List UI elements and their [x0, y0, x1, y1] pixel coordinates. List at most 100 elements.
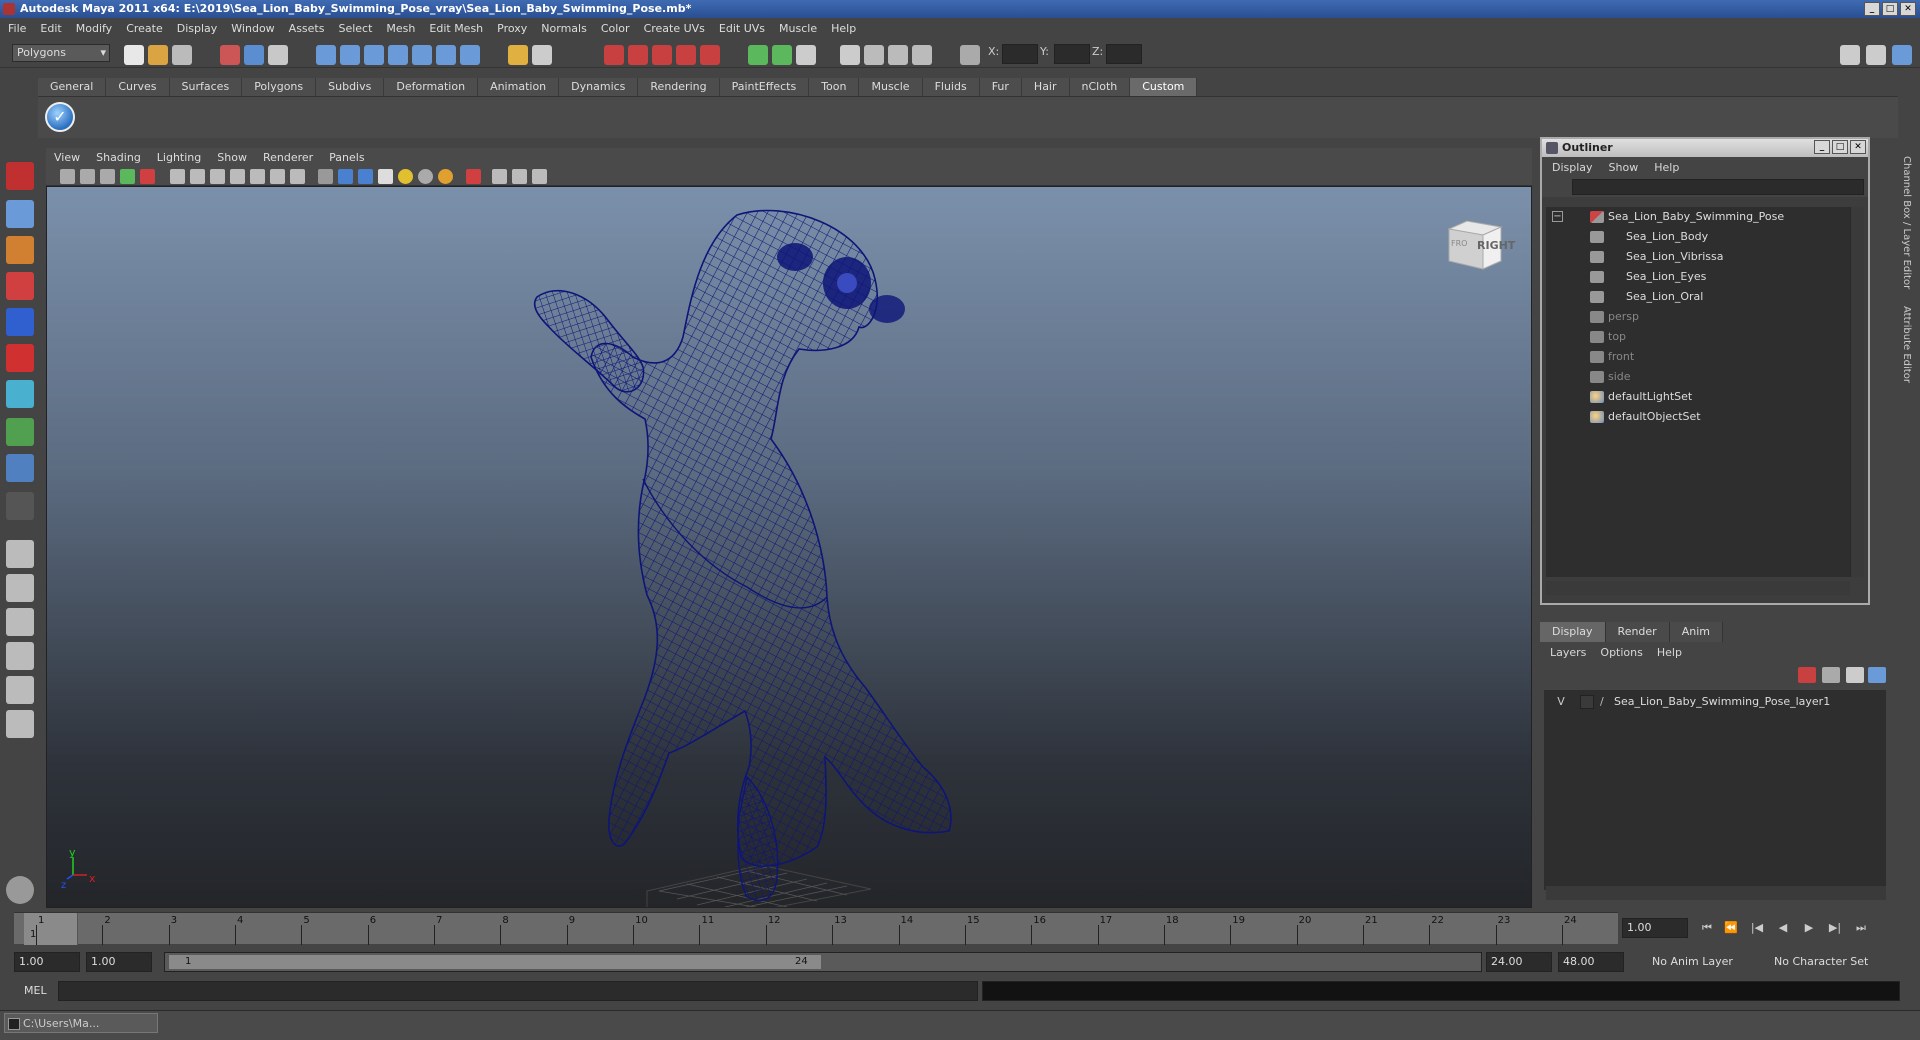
menu-display[interactable]: Display [177, 22, 218, 35]
camera-attr-icon[interactable] [80, 169, 95, 184]
menu-mesh[interactable]: Mesh [386, 22, 415, 35]
select-object-icon[interactable] [244, 45, 264, 65]
shelf-tab-painteffects[interactable]: PaintEffects [719, 78, 810, 96]
xray-joints-icon[interactable] [512, 169, 527, 184]
minimize-button[interactable]: _ [1864, 2, 1880, 16]
new-scene-icon[interactable] [124, 45, 144, 65]
menu-edit-uvs[interactable]: Edit UVs [719, 22, 765, 35]
channel-box-toggle-icon[interactable] [1892, 45, 1912, 65]
magnet-icon-5[interactable] [700, 45, 720, 65]
menu-edit-mesh[interactable]: Edit Mesh [429, 22, 483, 35]
attribute-editor-toggle-icon[interactable] [1840, 45, 1860, 65]
layer-menu-options[interactable]: Options [1600, 646, 1642, 659]
shelf-tab-general[interactable]: General [38, 78, 107, 96]
menu-file[interactable]: File [8, 22, 26, 35]
magnet-icon-1[interactable] [604, 45, 624, 65]
range-slider[interactable]: 1 24 [164, 952, 1482, 972]
shelf-tab-custom[interactable]: Custom [1130, 78, 1198, 96]
outliner-item-persp[interactable]: persp [1546, 307, 1846, 327]
layer-visibility-toggle[interactable]: V [1554, 692, 1568, 712]
hypershade-persp-layout-icon[interactable] [6, 676, 34, 704]
animation-end-field[interactable]: 48.00 [1558, 952, 1624, 972]
move-tool-icon[interactable] [6, 272, 34, 300]
tool-settings-toggle-icon[interactable] [1866, 45, 1886, 65]
shelf-tab-curves[interactable]: Curves [106, 78, 170, 96]
new-layer-icon[interactable] [1846, 667, 1864, 683]
single-pane-layout-icon[interactable] [6, 540, 34, 568]
time-slider[interactable]: 1 1 2 3 4 5 6 7 8 9 10 11 12 13 14 15 16 17 18 19 20 21 22 23 2… [14, 912, 1618, 945]
history-icon[interactable] [460, 45, 480, 65]
outliner-item-front[interactable]: front [1546, 347, 1846, 367]
view-cube[interactable]: FRO RIGHT [1443, 217, 1515, 271]
outliner-minimize-button[interactable]: _ [1814, 140, 1830, 154]
outliner-menu-show[interactable]: Show [1609, 161, 1639, 174]
custom-shelf-check-icon[interactable]: ✓ [45, 102, 75, 132]
wireframe-mode-icon[interactable] [318, 169, 333, 184]
all-lights-icon[interactable] [418, 169, 433, 184]
menu-normals[interactable]: Normals [541, 22, 587, 35]
default-lighting-icon[interactable] [398, 169, 413, 184]
smooth-shade-icon[interactable] [338, 169, 353, 184]
close-button[interactable]: ✕ [1900, 2, 1916, 16]
snap-live-icon[interactable] [412, 45, 432, 65]
menu-proxy[interactable]: Proxy [497, 22, 527, 35]
character-set-dropdown[interactable]: No Character Set [1770, 952, 1890, 972]
four-pane-layout-icon[interactable] [6, 574, 34, 602]
camera-select-icon[interactable] [60, 169, 75, 184]
menu-create-uvs[interactable]: Create UVs [644, 22, 705, 35]
output-ops-icon[interactable] [772, 45, 792, 65]
outliner-item-sea-lion-group[interactable]: Sea_Lion_Baby_Swimming_Pose [1546, 207, 1846, 227]
layer-menu-help[interactable]: Help [1657, 646, 1682, 659]
snap-curve-icon[interactable] [340, 45, 360, 65]
mel-label[interactable]: MEL [24, 984, 47, 997]
step-back-key-icon[interactable]: ⏪ [1722, 920, 1740, 936]
layer-tab-anim[interactable]: Anim [1669, 622, 1723, 642]
render-frame-icon[interactable] [840, 45, 860, 65]
film-gate-icon[interactable] [190, 169, 205, 184]
outliner-horizontal-scrollbar[interactable] [1546, 581, 1850, 595]
menu-select[interactable]: Select [338, 22, 372, 35]
universal-manipulator-icon[interactable] [6, 380, 34, 408]
shelf-tab-fluids[interactable]: Fluids [922, 78, 980, 96]
viewport-menu-panels[interactable]: Panels [329, 151, 364, 164]
last-tool-icon[interactable] [6, 492, 34, 520]
scale-tool-icon[interactable] [6, 344, 34, 372]
go-to-end-icon[interactable]: ⏭ [1852, 920, 1870, 936]
outliner-item-sea-lion-oral[interactable]: Sea_Lion_Oral [1546, 287, 1846, 307]
outliner-vertical-scrollbar[interactable] [1850, 207, 1864, 577]
select-component-icon[interactable] [268, 45, 288, 65]
outliner-item-sea-lion-vibrissa[interactable]: Sea_Lion_Vibrissa [1546, 247, 1846, 267]
select-tool-icon[interactable] [6, 162, 34, 190]
rotate-tool-icon[interactable] [6, 308, 34, 336]
current-frame-marker[interactable]: 1 [24, 913, 78, 945]
backface-culling-icon[interactable] [532, 169, 547, 184]
ipr-render-icon[interactable] [864, 45, 884, 65]
open-scene-icon[interactable] [148, 45, 168, 65]
layer-menu-layers[interactable]: Layers [1550, 646, 1586, 659]
menu-muscle[interactable]: Muscle [779, 22, 817, 35]
x-field[interactable] [1002, 44, 1038, 64]
outliner-maximize-button[interactable]: □ [1832, 140, 1848, 154]
gate-mask-icon[interactable] [230, 169, 245, 184]
shelf-tab-dynamics[interactable]: Dynamics [559, 78, 639, 96]
menu-edit[interactable]: Edit [40, 22, 61, 35]
play-backwards-icon[interactable]: ◀ [1774, 920, 1792, 936]
magnet-icon-3[interactable] [652, 45, 672, 65]
grid-toggle-icon[interactable] [170, 169, 185, 184]
resolution-gate-icon[interactable] [210, 169, 225, 184]
layer-tab-render[interactable]: Render [1605, 622, 1670, 642]
animation-start-field[interactable]: 1.00 [14, 952, 80, 972]
menu-color[interactable]: Color [601, 22, 630, 35]
magnet-icon-4[interactable] [676, 45, 696, 65]
menu-create[interactable]: Create [126, 22, 163, 35]
y-field[interactable] [1054, 44, 1090, 64]
outliner-item-side[interactable]: side [1546, 367, 1846, 387]
snap-vertex-icon[interactable] [436, 45, 456, 65]
minimized-window[interactable]: C:\Users\Ma... [4, 1013, 158, 1033]
field-chart-icon[interactable] [250, 169, 265, 184]
menu-assets[interactable]: Assets [289, 22, 325, 35]
show-manipulator-icon[interactable] [6, 454, 34, 482]
textured-mode-icon[interactable] [378, 169, 393, 184]
step-back-frame-icon[interactable]: |◀ [1748, 920, 1766, 936]
outliner-menu-display[interactable]: Display [1552, 161, 1593, 174]
